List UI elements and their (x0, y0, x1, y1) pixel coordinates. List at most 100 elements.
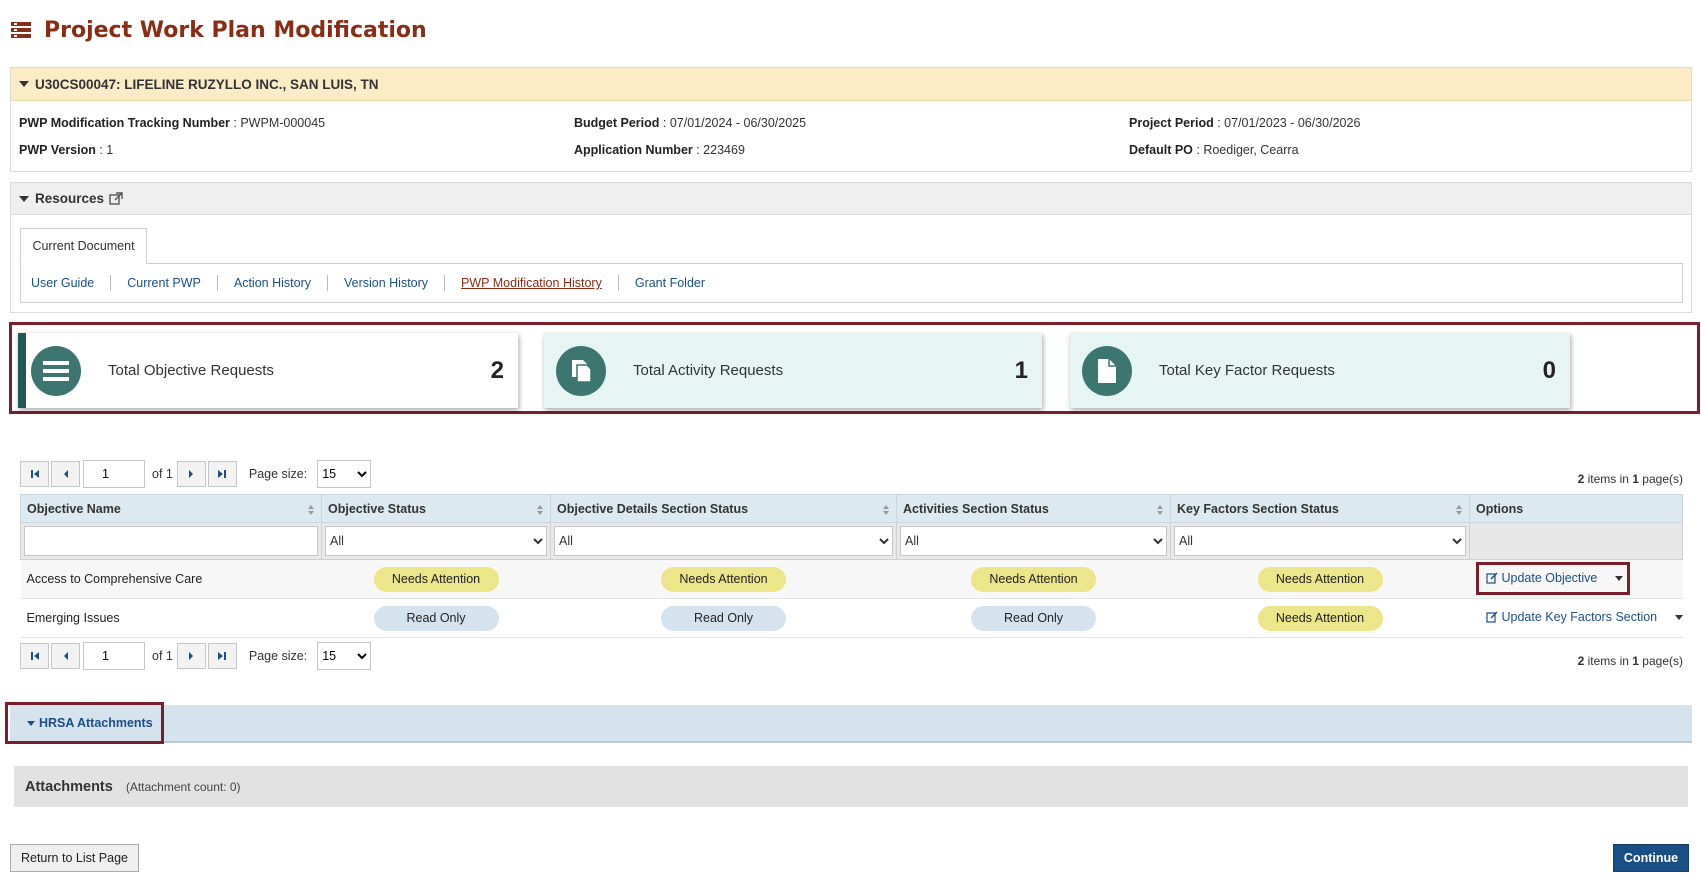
resources-header-toggle[interactable]: Resources (11, 183, 1691, 215)
sort-icon (1157, 505, 1163, 515)
page-size-label: Page size: (248, 649, 308, 663)
page-of-text: of 1 (152, 649, 173, 663)
last-page-icon (218, 652, 227, 660)
link-current-pwp[interactable]: Current PWP (127, 275, 218, 291)
continue-button[interactable]: Continue (1613, 844, 1689, 872)
page-size-label: Page size: (248, 467, 308, 481)
link-user-guide[interactable]: User Guide (31, 275, 112, 291)
project-period: Project Period : 07/01/2023 - 06/30/2026 (1129, 116, 1361, 130)
resources-panel: Resources Current Document User Guide Cu… (10, 182, 1692, 313)
filter-row: All All All All (20, 522, 1683, 560)
summary-cards: Total Objective Requests 2 Total Activit… (9, 322, 1700, 414)
caret-down-icon (19, 81, 29, 87)
last-page-button[interactable] (207, 461, 237, 487)
key-factors-status-filter[interactable]: All (1174, 526, 1466, 556)
update-objective-highlight (1476, 562, 1630, 595)
pwp-version: PWP Version : 1 (19, 143, 114, 157)
default-po: Default PO : Roediger, Cearra (1129, 143, 1299, 157)
card-total-activity-requests[interactable]: Total Activity Requests 1 (544, 333, 1042, 408)
card-label: Total Objective Requests (108, 362, 274, 379)
objective-status-filter[interactable]: All (325, 526, 547, 556)
documents-icon (556, 345, 606, 396)
status-badge: Needs Attention (971, 566, 1096, 592)
table-row: Access to Comprehensive Care Needs Atten… (20, 559, 1683, 599)
prev-page-button[interactable] (51, 461, 80, 487)
card-total-key-factor-requests[interactable]: Total Key Factor Requests 0 (1070, 333, 1570, 408)
return-to-list-button[interactable]: Return to List Page (10, 844, 139, 872)
card-count: 0 (1542, 356, 1556, 384)
sort-icon (308, 505, 314, 515)
list-icon (31, 345, 81, 396)
card-count: 2 (490, 356, 504, 384)
status-badge: Needs Attention (1257, 566, 1383, 592)
column-activities-status[interactable]: Activities Section Status (896, 494, 1171, 523)
column-objective-details-status[interactable]: Objective Details Section Status (550, 494, 897, 523)
hrsa-attachments-toggle[interactable]: HRSA Attachments (5, 702, 164, 744)
objective-name: Access to Comprehensive Care (20, 559, 322, 599)
column-key-factors-status[interactable]: Key Factors Section Status (1170, 494, 1470, 523)
grant-header-text: U30CS00047: LIFELINE RUZYLLO INC., SAN L… (35, 76, 379, 92)
link-version-history[interactable]: Version History (344, 275, 446, 291)
first-page-button[interactable] (20, 643, 49, 669)
first-page-button[interactable] (20, 461, 49, 487)
details-status-filter[interactable]: All (554, 526, 893, 556)
options-filter-empty (1469, 522, 1683, 560)
status-badge: Read Only (661, 605, 786, 631)
last-page-button[interactable] (207, 643, 237, 669)
card-label: Total Key Factor Requests (1159, 362, 1335, 379)
prev-page-icon (63, 652, 68, 660)
resources-header-text: Resources (35, 191, 105, 206)
prev-page-button[interactable] (51, 643, 80, 669)
table-header-row: Objective Name Objective Status Objectiv… (20, 494, 1683, 523)
status-badge: Needs Attention (1257, 605, 1383, 631)
link-pwp-modification-history[interactable]: PWP Modification History (461, 275, 619, 291)
items-info-top: 2 items in 1 page(s) (1577, 472, 1683, 486)
activities-status-filter[interactable]: All (900, 526, 1167, 556)
external-link-icon[interactable] (109, 191, 123, 206)
next-page-icon (189, 652, 194, 660)
page-number-input[interactable] (83, 642, 145, 670)
sort-icon (883, 505, 889, 515)
budget-period: Budget Period : 07/01/2024 - 06/30/2025 (574, 116, 807, 130)
items-info-bottom: 2 items in 1 page(s) (1577, 654, 1683, 668)
page-number-input[interactable] (83, 460, 145, 488)
tracking-number: PWP Modification Tracking Number : PWPM-… (19, 116, 326, 130)
link-grant-folder[interactable]: Grant Folder (635, 275, 721, 291)
pager-top: of 1 Page size: 15 (20, 460, 372, 488)
grant-info-panel: U30CS00047: LIFELINE RUZYLLO INC., SAN L… (10, 67, 1692, 172)
caret-down-icon (19, 195, 29, 202)
objective-name: Emerging Issues (20, 598, 322, 638)
status-badge: Read Only (373, 605, 499, 631)
next-page-button[interactable] (176, 461, 206, 487)
attachment-count: (Attachment count: 0) (125, 779, 241, 794)
file-icon (1082, 345, 1132, 396)
column-options: Options (1469, 494, 1683, 523)
last-page-icon (218, 470, 227, 478)
update-key-factors-button[interactable]: Update Key Factors Section (1485, 610, 1684, 624)
chevron-down-icon[interactable] (1675, 614, 1684, 620)
hrsa-attachments-label: HRSA Attachments (39, 716, 153, 730)
next-page-icon (189, 470, 194, 478)
page-size-select[interactable]: 15 (317, 460, 372, 488)
link-action-history[interactable]: Action History (234, 275, 328, 291)
sort-icon (537, 505, 543, 515)
objective-name-filter[interactable] (24, 526, 318, 556)
first-page-icon (30, 470, 39, 478)
page-size-select[interactable]: 15 (317, 642, 372, 670)
resource-links: User Guide Current PWP Action History Ve… (20, 263, 1683, 303)
next-page-button[interactable] (176, 643, 206, 669)
status-badge: Needs Attention (661, 566, 786, 592)
list-icon (11, 22, 31, 38)
edit-icon (1485, 611, 1497, 623)
attachments-title: Attachments (25, 778, 113, 795)
tab-current-document[interactable]: Current Document (20, 228, 147, 264)
first-page-icon (30, 652, 39, 660)
pager-bottom: of 1 Page size: 15 (20, 642, 372, 670)
column-objective-status[interactable]: Objective Status (321, 494, 551, 523)
card-total-objective-requests[interactable]: Total Objective Requests 2 (18, 333, 518, 408)
card-label: Total Activity Requests (633, 362, 784, 379)
column-objective-name[interactable]: Objective Name (20, 494, 322, 523)
objectives-table: Objective Name Objective Status Objectiv… (20, 494, 1684, 638)
prev-page-icon (63, 470, 68, 478)
grant-header-toggle[interactable]: U30CS00047: LIFELINE RUZYLLO INC., SAN L… (11, 68, 1691, 101)
